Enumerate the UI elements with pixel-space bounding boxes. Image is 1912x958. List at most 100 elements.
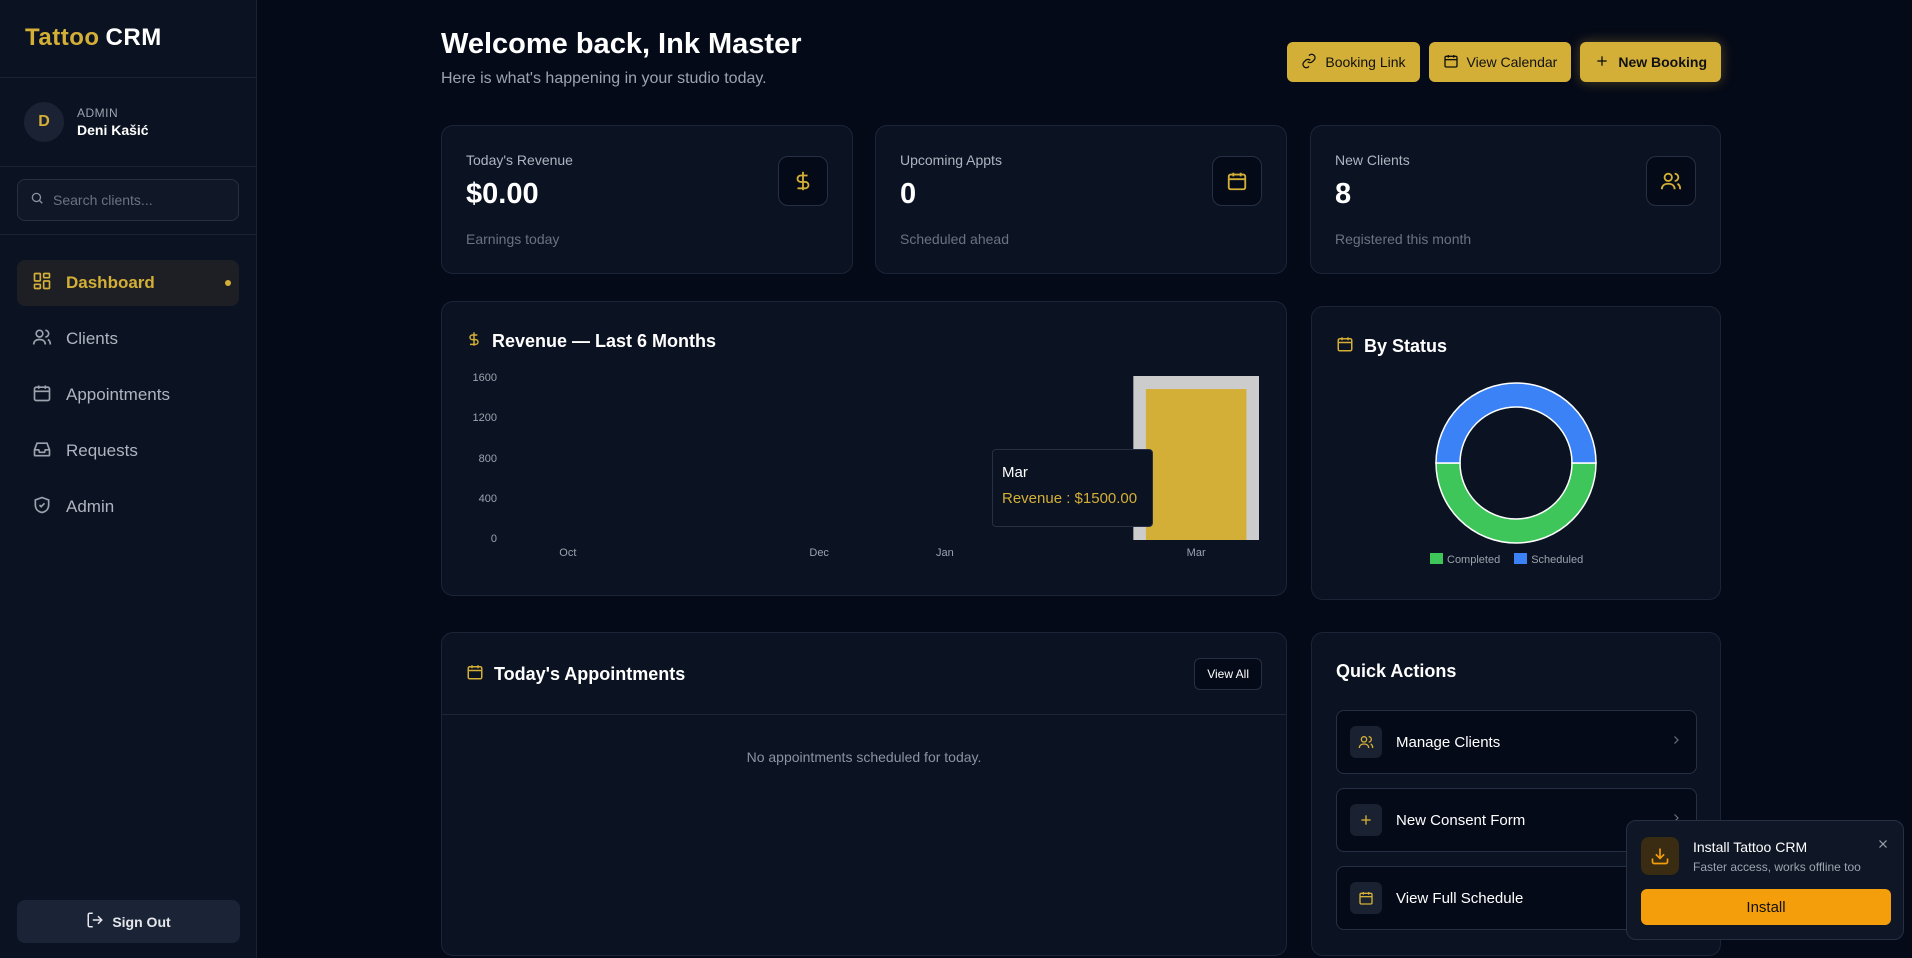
sidebar-item-label: Clients: [66, 329, 118, 348]
stat-value: $0.00: [466, 178, 539, 210]
view-all-button[interactable]: View All: [1194, 658, 1262, 690]
quick-action-label: View Full Schedule: [1396, 889, 1524, 907]
avatar: D: [24, 102, 64, 142]
user-role: ADMIN: [77, 106, 119, 120]
sign-out-button[interactable]: Sign Out: [17, 900, 240, 943]
sign-out-label: Sign Out: [112, 913, 171, 930]
dollar-icon: [466, 330, 482, 353]
sidebar-item-dashboard[interactable]: Dashboard: [17, 260, 239, 306]
new-booking-label: New Booking: [1618, 54, 1707, 70]
sidebar-item-label: Requests: [66, 441, 138, 460]
plus-icon: [1594, 53, 1610, 72]
download-icon: [1641, 837, 1679, 875]
toast-title: Install Tattoo CRM: [1693, 839, 1808, 855]
dashboard-icon: [32, 271, 52, 296]
inbox-icon: [32, 439, 52, 464]
x-tick-label: Mar: [1186, 547, 1206, 559]
booking-link-label: Booking Link: [1325, 54, 1406, 70]
empty-state-text: No appointments scheduled for today.: [746, 749, 982, 765]
legend-item-completed: Completed: [1430, 553, 1500, 566]
new-booking-button[interactable]: New Booking: [1580, 42, 1721, 82]
legend-item-scheduled: Scheduled: [1514, 553, 1583, 566]
sidebar-item-admin[interactable]: Admin: [17, 484, 239, 530]
chart-title: Revenue — Last 6 Months: [466, 330, 716, 353]
stat-card-upcoming: Upcoming Appts 0 Scheduled ahead: [875, 125, 1287, 274]
stat-footnote: Earnings today: [466, 231, 560, 247]
link-icon: [1301, 53, 1317, 72]
stat-value: 0: [900, 178, 917, 210]
status-title: By Status: [1336, 335, 1447, 358]
dollar-icon: [778, 156, 828, 206]
user-name: Deni Kašić: [77, 122, 149, 138]
x-tick-label: Jan: [935, 547, 954, 559]
sidebar-item-label: Dashboard: [66, 273, 155, 292]
toast-subtitle: Faster access, works offline too: [1693, 860, 1861, 874]
view-calendar-button[interactable]: View Calendar: [1428, 42, 1572, 82]
y-tick-label: 0: [490, 533, 497, 545]
y-tick-label: 1200: [472, 412, 497, 425]
calendar-icon: [1443, 53, 1459, 72]
status-legend: Completed Scheduled: [1430, 553, 1583, 566]
status-title-text: By Status: [1364, 336, 1448, 356]
chevron-right-icon: [1670, 733, 1682, 751]
stat-label: Upcoming Appts: [900, 152, 1002, 168]
quick-actions-title: Quick Actions: [1336, 661, 1457, 681]
legend-label: Completed: [1447, 554, 1501, 566]
stat-footnote: Scheduled ahead: [900, 231, 1009, 247]
calendar-icon: [1350, 882, 1382, 914]
users-icon: [1646, 156, 1696, 206]
close-icon[interactable]: [1877, 837, 1889, 855]
sidebar-item-label: Admin: [66, 497, 115, 516]
quick-action-label: New Consent Form: [1396, 811, 1526, 829]
user-profile: D ADMIN Deni Kašić: [0, 78, 256, 167]
appointments-card: Today's Appointments View All No appoint…: [441, 632, 1287, 956]
active-indicator: [225, 280, 231, 286]
install-button[interactable]: Install: [1641, 889, 1891, 925]
calendar-icon: [466, 663, 484, 686]
sidebar-item-requests[interactable]: Requests: [17, 428, 239, 474]
search-icon: [30, 191, 44, 210]
sidebar-item-label: Appointments: [66, 385, 170, 404]
x-tick-label: Dec: [809, 547, 829, 559]
appointments-title: Today's Appointments: [466, 663, 685, 686]
stat-card-new-clients: New Clients 8 Registered this month: [1310, 125, 1721, 274]
stat-label: Today's Revenue: [466, 152, 573, 168]
tooltip-category: Mar: [1002, 464, 1028, 481]
chart-title-text: Revenue — Last 6 Months: [492, 331, 717, 351]
y-tick-label: 400: [478, 492, 497, 505]
plus-icon: [1350, 804, 1382, 836]
appointments-title-text: Today's Appointments: [494, 664, 686, 684]
sidebar-item-appointments[interactable]: Appointments: [17, 372, 239, 418]
y-tick-label: 1600: [472, 372, 497, 384]
sidebar-item-clients[interactable]: Clients: [17, 316, 239, 362]
stat-value: 8: [1335, 178, 1352, 210]
sidebar-nav: Dashboard Clients Appointments Requests: [0, 235, 256, 565]
page-header: Welcome back, Ink Master Here is what's …: [441, 28, 1721, 94]
logout-icon: [86, 911, 104, 932]
brand-name-part2: CRM: [105, 24, 162, 51]
sidebar: TattooCRM D ADMIN Deni Kašić Dashboard: [0, 0, 257, 958]
quick-action-manage-clients[interactable]: Manage Clients: [1336, 710, 1697, 774]
chart-tooltip: Mar Revenue : $1500.00: [992, 449, 1153, 527]
view-calendar-label: View Calendar: [1466, 54, 1558, 70]
stat-card-revenue: Today's Revenue $0.00 Earnings today: [441, 125, 853, 274]
calendar-icon: [1336, 335, 1354, 358]
search-input[interactable]: [53, 192, 233, 208]
users-icon: [1350, 726, 1382, 758]
users-icon: [32, 327, 52, 352]
x-tick-label: Oct: [559, 547, 577, 559]
quick-action-label: Manage Clients: [1396, 733, 1501, 751]
divider: [442, 714, 1286, 715]
shield-icon: [32, 495, 52, 520]
search-box: [17, 179, 239, 221]
stat-footnote: Registered this month: [1335, 231, 1472, 247]
tooltip-value: Revenue : $1500.00: [1002, 490, 1138, 507]
booking-link-button[interactable]: Booking Link: [1287, 42, 1420, 82]
brand-logo[interactable]: Tattoo CRM: [0, 0, 256, 78]
calendar-icon: [32, 383, 52, 408]
brand-name-part1: Tattoo: [25, 24, 100, 51]
y-tick-label: 800: [478, 452, 497, 465]
stat-label: New Clients: [1335, 152, 1410, 168]
legend-label: Scheduled: [1531, 554, 1584, 566]
calendar-icon: [1212, 156, 1262, 206]
